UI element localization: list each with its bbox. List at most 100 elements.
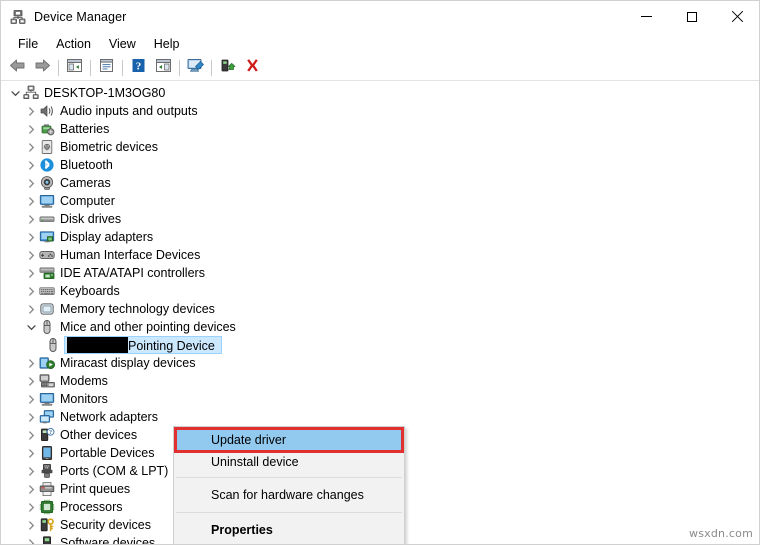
mouse-icon [39,319,55,335]
chevron-right-icon[interactable] [23,427,39,443]
context-menu-item-scan-for-hardware-changes[interactable]: Scan for hardware changes [174,482,404,508]
tree-item-batteries[interactable]: Batteries [1,120,759,138]
chevron-right-icon[interactable] [23,373,39,389]
chevron-right-icon[interactable] [23,121,39,137]
maximize-button[interactable] [669,1,714,32]
menu-file[interactable]: File [9,34,47,55]
disk-drive-icon [39,211,55,227]
chevron-right-icon[interactable] [23,355,39,371]
context-menu-separator [176,512,402,513]
tree-item-label: Network adapters [60,410,158,424]
tree-root-node[interactable]: DESKTOP-1M3OG80 [1,84,759,102]
chevron-right-icon[interactable] [23,445,39,461]
maximize-icon [686,11,697,22]
tree-item-memory-technology-devices[interactable]: Memory technology devices [1,300,759,318]
computer-root-icon [23,85,39,101]
close-button[interactable] [714,1,759,32]
tree-item-label: Cameras [60,176,111,190]
display-adapter-icon [39,229,55,245]
tree-item-modems[interactable]: Modems [1,372,759,390]
toolbar-separator [58,60,59,76]
properties-icon [98,58,115,78]
tree-item-label: Human Interface Devices [60,248,201,262]
menu-action[interactable]: Action [47,34,100,55]
port-icon [39,463,55,479]
chevron-right-icon[interactable] [23,517,39,533]
tree-item-label: Software devices [60,536,156,544]
tree-item-label: Audio inputs and outputs [60,104,198,118]
mouse-icon [45,337,61,353]
tree-item-display-adapters[interactable]: Display adapters [1,228,759,246]
menu-bar: File Action View Help [1,32,759,56]
tree-item-network-adapters[interactable]: Network adapters [1,408,759,426]
software-device-icon [39,535,55,544]
context-menu[interactable]: Update driver Uninstall device Scan for … [173,426,405,544]
battery-icon [39,121,55,137]
chevron-right-icon[interactable] [23,175,39,191]
chevron-right-icon[interactable] [23,139,39,155]
chevron-right-icon[interactable] [23,103,39,119]
forward-button[interactable] [30,57,55,79]
chevron-right-icon[interactable] [23,409,39,425]
chevron-right-icon[interactable] [23,247,39,263]
context-menu-item-uninstall-device[interactable]: Uninstall device [174,451,404,473]
toolbar-separator [211,60,212,76]
minimize-button[interactable] [624,1,669,32]
tree-item-biometric-devices[interactable]: Biometric devices [1,138,759,156]
tree-item-selected-pointing-device[interactable]: Pointing Device [1,336,759,354]
scan-for-hardware-changes-button[interactable] [183,57,208,79]
context-menu-item-update-driver[interactable]: Update driver [174,427,404,453]
chevron-right-icon[interactable] [23,265,39,281]
scan-for-hardware-changes-icon [186,58,205,78]
chevron-down-icon[interactable] [23,319,39,335]
help-button[interactable]: ? [126,57,151,79]
chevron-right-icon[interactable] [23,157,39,173]
menu-view[interactable]: View [100,34,145,55]
help-icon: ? [130,58,147,78]
toolbar-separator [179,60,180,76]
modem-icon [39,373,55,389]
chevron-right-icon[interactable] [23,463,39,479]
tree-item-audio-inputs-and-outputs[interactable]: Audio inputs and outputs [1,102,759,120]
chevron-down-icon[interactable] [7,85,23,101]
tree-item-label: Computer [60,194,115,208]
show-hide-console-tree-button[interactable] [62,57,87,79]
device-tree[interactable]: DESKTOP-1M3OG80 Audio inputs and outputs [1,81,759,544]
tree-item-disk-drives[interactable]: Disk drives [1,210,759,228]
tree-item-monitors[interactable]: Monitors [1,390,759,408]
tree-item-ide-ata-atapi-controllers[interactable]: IDE ATA/ATAPI controllers [1,264,759,282]
tree-item-keyboards[interactable]: Keyboards [1,282,759,300]
chevron-right-icon[interactable] [23,481,39,497]
tree-item-label: Processors [60,500,123,514]
chevron-right-icon[interactable] [23,301,39,317]
forward-icon [34,58,51,78]
tree-item-miracast-display-devices[interactable]: Miracast display devices [1,354,759,372]
chevron-right-icon[interactable] [23,211,39,227]
speaker-icon [39,103,55,119]
chevron-right-icon[interactable] [23,193,39,209]
tree-item-computer[interactable]: Computer [1,192,759,210]
menu-help[interactable]: Help [145,34,189,55]
uninstall-device-button[interactable] [240,57,265,79]
back-button[interactable] [5,57,30,79]
chevron-right-icon[interactable] [23,229,39,245]
chevron-right-icon[interactable] [23,283,39,299]
tree-item-mice-and-other-pointing-devices[interactable]: Mice and other pointing devices [1,318,759,336]
tree-item-label: Miracast display devices [60,356,196,370]
chevron-right-icon[interactable] [23,499,39,515]
chevron-right-icon[interactable] [23,391,39,407]
keyboard-icon [39,283,55,299]
svg-text:?: ? [136,61,142,73]
properties-button[interactable] [94,57,119,79]
tree-item-label: Print queues [60,482,131,496]
update-driver-button[interactable] [215,57,240,79]
chevron-right-icon[interactable] [23,535,39,544]
tree-item-human-interface-devices[interactable]: Human Interface Devices [1,246,759,264]
show-hide-action-pane-icon [155,58,172,78]
camera-icon [39,175,55,191]
tree-item-bluetooth[interactable]: Bluetooth [1,156,759,174]
tree-item-cameras[interactable]: Cameras [1,174,759,192]
toolbar: ? [1,56,759,81]
context-menu-item-properties[interactable]: Properties [174,517,404,543]
show-hide-action-pane-button[interactable] [151,57,176,79]
